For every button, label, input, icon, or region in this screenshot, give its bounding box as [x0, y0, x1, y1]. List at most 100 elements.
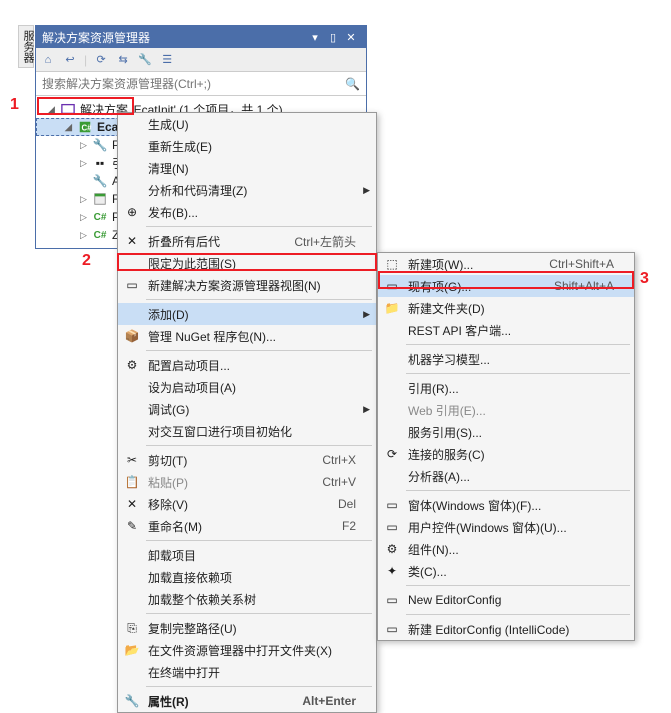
menu-rest-client[interactable]: REST API 客户端...: [378, 319, 634, 341]
config-icon: 🔧: [92, 173, 108, 189]
menu-properties[interactable]: 🔧属性(R)Alt+Enter: [118, 690, 376, 712]
menu-remove[interactable]: ✕移除(V)Del: [118, 493, 376, 515]
menu-debug[interactable]: 调试(G)▶: [118, 398, 376, 420]
menu-component[interactable]: ⚙组件(N)...: [378, 538, 634, 560]
annotation-1: 1: [10, 96, 19, 114]
refresh-icon[interactable]: ⟳: [93, 52, 109, 68]
menu-separator: [146, 226, 372, 227]
menu-rebuild[interactable]: 重新生成(E): [118, 135, 376, 157]
expander-icon[interactable]: ▷: [80, 230, 92, 241]
menu-separator: [146, 540, 372, 541]
panel-toolbar: ⌂ ↩ | ⟳ ⇆ 🔧 ☰: [36, 48, 366, 72]
menu-build[interactable]: 生成(U): [118, 113, 376, 135]
expander-icon[interactable]: ◢: [65, 122, 77, 133]
publish-icon: ⊕: [124, 204, 140, 220]
menu-unload[interactable]: 卸载项目: [118, 544, 376, 566]
menu-connected-service[interactable]: ⟳连接的服务(C): [378, 443, 634, 465]
remove-icon: ✕: [124, 496, 140, 512]
expander-icon[interactable]: ▷: [80, 158, 92, 169]
menu-class[interactable]: ✦类(C)...: [378, 560, 634, 582]
menu-new-item[interactable]: ⬚新建项(W)...Ctrl+Shift+A: [378, 253, 634, 275]
copy-icon: ⎘: [124, 620, 140, 636]
properties-icon[interactable]: ☰: [159, 52, 175, 68]
csproj-icon: C#: [77, 119, 93, 135]
view-icon: ▭: [124, 277, 140, 293]
menu-set-startup[interactable]: 设为启动项目(A): [118, 376, 376, 398]
menu-separator: [146, 445, 372, 446]
menu-rename[interactable]: ✎重命名(M)F2: [118, 515, 376, 537]
search-input[interactable]: [42, 77, 345, 91]
menu-form[interactable]: ▭窗体(Windows 窗体)(F)...: [378, 494, 634, 516]
menu-new-editorconfig-ic[interactable]: ▭新建 EditorConfig (IntelliCode): [378, 618, 634, 640]
menu-analyzer[interactable]: 分析器(A)...: [378, 465, 634, 487]
menu-copy-path[interactable]: ⎘复制完整路径(U): [118, 617, 376, 639]
annotation-2: 2: [82, 252, 91, 270]
svg-text:C#: C#: [82, 124, 93, 133]
menu-load-deps[interactable]: 加载直接依赖项: [118, 566, 376, 588]
menu-web-reference: Web 引用(E)...: [378, 399, 634, 421]
annotation-3: 3: [640, 270, 649, 288]
home-icon[interactable]: ⌂: [40, 52, 56, 68]
menu-paste: 📋粘贴(P)Ctrl+V: [118, 471, 376, 493]
menu-analyze[interactable]: 分析和代码清理(Z)▶: [118, 179, 376, 201]
menu-cut[interactable]: ✂剪切(T)Ctrl+X: [118, 449, 376, 471]
existing-item-icon: ▭: [384, 278, 400, 294]
editorconfig-icon: ▭: [384, 621, 400, 637]
pin-icon[interactable]: ▯: [324, 31, 342, 44]
nuget-icon: 📦: [124, 328, 140, 344]
menu-open-explorer[interactable]: 📂在文件资源管理器中打开文件夹(X): [118, 639, 376, 661]
expander-icon[interactable]: ▷: [80, 212, 92, 223]
menu-scope[interactable]: 限定为此范围(S): [118, 252, 376, 274]
menu-reference[interactable]: 引用(R)...: [378, 377, 634, 399]
wrench-icon: 🔧: [124, 693, 140, 709]
rename-icon: ✎: [124, 518, 140, 534]
collapse-icon: ✕: [124, 233, 140, 249]
search-icon: 🔍: [345, 77, 360, 91]
wrench-icon: 🔧: [92, 137, 108, 153]
menu-separator: [406, 614, 630, 615]
menu-collapse[interactable]: ✕折叠所有后代Ctrl+左箭头: [118, 230, 376, 252]
menu-separator: [146, 299, 372, 300]
menu-service-reference[interactable]: 服务引用(S)...: [378, 421, 634, 443]
gear-icon: ⚙: [124, 357, 140, 373]
menu-load-tree[interactable]: 加载整个依赖关系树: [118, 588, 376, 610]
editorconfig-icon: ▭: [384, 592, 400, 608]
menu-nuget[interactable]: 📦管理 NuGet 程序包(N)...: [118, 325, 376, 347]
sync-icon[interactable]: ⇆: [115, 52, 131, 68]
close-icon[interactable]: ✕: [342, 31, 360, 44]
menu-publish[interactable]: ⊕发布(B)...: [118, 201, 376, 223]
dropdown-icon[interactable]: ▾: [306, 31, 324, 44]
menu-user-control[interactable]: ▭用户控件(Windows 窗体)(U)...: [378, 516, 634, 538]
component-icon: ⚙: [384, 541, 400, 557]
menu-separator: [146, 613, 372, 614]
menu-add[interactable]: 添加(D)▶: [118, 303, 376, 325]
menu-config-startup[interactable]: ⚙配置启动项目...: [118, 354, 376, 376]
menu-new-folder[interactable]: 📁新建文件夹(D): [378, 297, 634, 319]
folder-icon: 📁: [384, 300, 400, 316]
expander-icon[interactable]: ◢: [48, 104, 60, 115]
search-box[interactable]: 🔍: [36, 72, 366, 96]
form-icon: [92, 191, 108, 207]
add-submenu: ⬚新建项(W)...Ctrl+Shift+A ▭现有项(G)...Shift+A…: [377, 252, 635, 641]
menu-open-terminal[interactable]: 在终端中打开: [118, 661, 376, 683]
menu-new-view[interactable]: ▭新建解决方案资源管理器视图(N): [118, 274, 376, 296]
folder-icon: 📂: [124, 642, 140, 658]
expander-icon[interactable]: ▷: [80, 194, 92, 205]
menu-existing-item[interactable]: ▭现有项(G)...Shift+Alt+A: [378, 275, 634, 297]
menu-init-interactive[interactable]: 对交互窗口进行项目初始化: [118, 420, 376, 442]
back-icon[interactable]: ↩: [62, 52, 78, 68]
new-item-icon: ⬚: [384, 256, 400, 272]
class-icon: ✦: [384, 563, 400, 579]
menu-separator: [146, 350, 372, 351]
wrench-icon[interactable]: 🔧: [137, 52, 153, 68]
panel-titlebar: 解决方案资源管理器 ▾ ▯ ✕: [36, 26, 366, 48]
expander-icon[interactable]: ▷: [80, 140, 92, 151]
menu-ml-model[interactable]: 机器学习模型...: [378, 348, 634, 370]
menu-separator: [146, 686, 372, 687]
side-tab[interactable]: 服务器: [18, 25, 34, 68]
menu-clean[interactable]: 清理(N): [118, 157, 376, 179]
form-icon: ▭: [384, 497, 400, 513]
menu-new-editorconfig[interactable]: ▭New EditorConfig: [378, 589, 634, 611]
usercontrol-icon: ▭: [384, 519, 400, 535]
menu-separator: [406, 490, 630, 491]
